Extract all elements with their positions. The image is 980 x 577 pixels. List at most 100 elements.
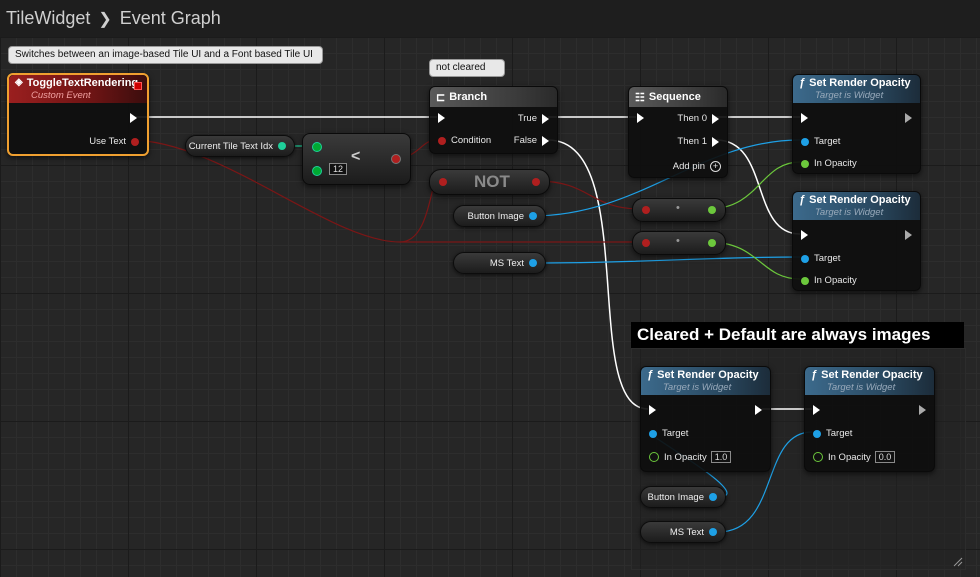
node-subtitle: Target is Widget	[815, 90, 884, 101]
node-header: ƒ Set Render Opacity Target is Widget	[805, 367, 934, 395]
select-label: •	[676, 235, 680, 247]
set-render-opacity-node-2[interactable]: ƒ Set Render Opacity Target is Widget Ta…	[792, 191, 921, 291]
pin-label: Use Text	[89, 136, 126, 147]
pin-label: In Opacity	[814, 275, 857, 286]
exec-in-pin[interactable]	[813, 405, 820, 415]
object-pin-icon	[529, 259, 537, 267]
bool-in-pin[interactable]	[439, 178, 447, 186]
float-out-pin[interactable]	[708, 239, 716, 247]
select-label: •	[676, 202, 680, 214]
bool-in-pin[interactable]	[642, 239, 650, 247]
int-pin-b[interactable]	[312, 166, 322, 176]
pin-label: In Opacity	[828, 451, 871, 463]
node-title: Set Render Opacity	[809, 77, 911, 89]
node-subtitle: Target is Widget	[827, 382, 896, 393]
pin-label: Target	[826, 428, 853, 439]
true-pin[interactable]: True	[518, 113, 549, 124]
pin-label: True	[517, 113, 537, 124]
exec-out-pin[interactable]	[755, 405, 762, 415]
add-pin-button[interactable]: Add pin +	[673, 161, 721, 172]
then0-pin[interactable]: Then 0	[677, 113, 719, 124]
const-value[interactable]: 12	[329, 163, 348, 175]
false-pin[interactable]: False	[514, 135, 549, 146]
pin-label: Target	[662, 428, 689, 439]
set-render-opacity-node-3[interactable]: ƒ Set Render Opacity Target is Widget Ta…	[640, 366, 771, 472]
in-opacity-pin[interactable]: In Opacity 1.0	[649, 451, 732, 463]
target-pin[interactable]: Target	[801, 136, 840, 147]
then1-pin[interactable]: Then 1	[677, 136, 719, 147]
operator-label: <	[351, 148, 361, 165]
branch-node[interactable]: ⊏ Branch True Condition False	[429, 86, 558, 154]
node-subtitle: Target is Widget	[815, 207, 884, 218]
node-title: Set Render Opacity	[821, 369, 923, 381]
exec-in-pin[interactable]	[637, 113, 644, 123]
variable-label: MS Text	[669, 526, 704, 538]
get-current-tile-text-idx[interactable]: Current Tile Text Idx	[185, 135, 295, 157]
function-icon: ƒ	[811, 369, 818, 381]
use-text-pin[interactable]: Use Text	[89, 136, 139, 147]
select-float-node-1[interactable]: •	[632, 198, 726, 222]
object-pin-icon	[709, 528, 717, 536]
opacity-value[interactable]: 0.0	[874, 451, 896, 463]
exec-in-pin[interactable]	[801, 113, 808, 123]
in-opacity-pin[interactable]: In Opacity	[801, 158, 857, 169]
pin-label: In Opacity	[664, 451, 707, 463]
exec-out-pin[interactable]	[905, 113, 912, 123]
comment-text: not cleared	[436, 62, 486, 73]
comment-bubble-branch[interactable]: not cleared	[429, 59, 505, 77]
select-float-node-2[interactable]: •	[632, 231, 726, 255]
bool-out-pin[interactable]	[532, 178, 540, 186]
exec-out-pin[interactable]	[919, 405, 926, 415]
event-diamond-icon: ◈	[15, 77, 23, 88]
pin-label: False	[513, 135, 537, 146]
exec-out-pin[interactable]	[130, 113, 137, 123]
set-render-opacity-node-4[interactable]: ƒ Set Render Opacity Target is Widget Ta…	[804, 366, 935, 472]
node-title: ToggleTextRendering	[26, 77, 139, 89]
exec-in-pin[interactable]	[438, 113, 445, 123]
node-subtitle: Target is Widget	[663, 382, 732, 393]
in-opacity-pin[interactable]: In Opacity	[801, 275, 857, 286]
object-pin-icon	[709, 493, 717, 501]
target-pin[interactable]: Target	[813, 428, 852, 439]
int-pin-a[interactable]	[312, 142, 322, 152]
target-pin[interactable]: Target	[801, 253, 840, 264]
exec-in-pin[interactable]	[801, 230, 808, 240]
bool-pin-icon	[438, 136, 446, 145]
sequence-node[interactable]: ☷ Sequence Then 0 Then 1 Add pin +	[628, 86, 728, 178]
pin-label: Then 1	[677, 136, 707, 147]
pin-label: Add pin	[672, 161, 705, 172]
exec-in-pin[interactable]	[649, 405, 656, 415]
get-button-image[interactable]: Button Image	[453, 205, 546, 227]
operator-label: NOT	[474, 172, 510, 191]
float-out-pin[interactable]	[708, 206, 716, 214]
opacity-value[interactable]: 1.0	[710, 451, 732, 463]
get-ms-text[interactable]: MS Text	[453, 252, 546, 274]
target-pin[interactable]: Target	[649, 428, 688, 439]
custom-event-node[interactable]: ◈ ToggleTextRendering Custom Event Use T…	[7, 73, 149, 156]
pin-label: Target	[814, 136, 841, 147]
exec-out-pin[interactable]	[905, 230, 912, 240]
bool-out-pin[interactable]	[391, 154, 401, 164]
less-than-node[interactable]: 12 <	[302, 133, 411, 185]
sequence-icon: ☷	[635, 91, 645, 104]
node-title: Sequence	[648, 91, 701, 103]
object-pin-icon	[813, 429, 821, 438]
pin-label: Condition	[451, 135, 492, 146]
node-title: Set Render Opacity	[657, 369, 759, 381]
get-ms-text-2[interactable]: MS Text	[640, 521, 726, 543]
float-pin-icon	[801, 159, 809, 168]
pin-label: Target	[814, 253, 841, 264]
comment-bubble[interactable]: Switches between an image-based Tile UI …	[8, 46, 323, 64]
pin-label: Then 0	[677, 113, 707, 124]
bool-in-pin[interactable]	[642, 206, 650, 214]
variable-label: Button Image	[647, 491, 704, 503]
in-opacity-pin[interactable]: In Opacity 0.0	[813, 451, 896, 463]
delegate-pin[interactable]	[134, 82, 142, 90]
float-pin-icon	[649, 452, 659, 462]
not-node[interactable]: NOT	[429, 169, 550, 195]
function-icon: ƒ	[647, 369, 654, 381]
get-button-image-2[interactable]: Button Image	[640, 486, 726, 508]
condition-pin[interactable]: Condition	[438, 135, 491, 146]
set-render-opacity-node-1[interactable]: ƒ Set Render Opacity Target is Widget Ta…	[792, 74, 921, 174]
int-pin-icon	[278, 142, 286, 150]
